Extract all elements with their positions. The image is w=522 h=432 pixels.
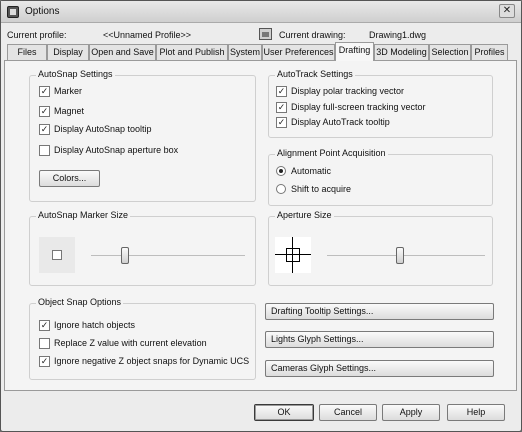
fullscreen-tracking-check-box[interactable]: ✓ bbox=[276, 102, 287, 113]
alignment-point-title: Alignment Point Acquisition bbox=[275, 148, 388, 158]
tab-selection[interactable]: Selection bbox=[429, 44, 471, 60]
replace-z-check-box[interactable] bbox=[39, 338, 50, 349]
aperture-box-check-box[interactable] bbox=[39, 145, 50, 156]
aperture-size-group: Aperture Size bbox=[268, 210, 493, 286]
polar-tracking-check-box[interactable]: ✓ bbox=[276, 86, 287, 97]
cameras-glyph-settings-button[interactable]: Cameras Glyph Settings... bbox=[265, 360, 494, 377]
autosnap-settings-group: AutoSnap Settings ✓ Marker ✓ Magnet ✓ Di… bbox=[29, 69, 256, 202]
options-dialog: Options ✕ Current profile: <<Unnamed Pro… bbox=[0, 0, 522, 432]
ignore-negative-z-label: Ignore negative Z object snaps for Dynam… bbox=[54, 356, 250, 366]
aperture-size-slider-thumb[interactable] bbox=[396, 247, 404, 264]
autotrack-tooltip-label: Display AutoTrack tooltip bbox=[291, 117, 390, 127]
aperture-size-title: Aperture Size bbox=[275, 210, 334, 220]
magnet-check-box[interactable]: ✓ bbox=[39, 106, 50, 117]
marker-check-box[interactable]: ✓ bbox=[39, 86, 50, 97]
polar-tracking-label: Display polar tracking vector bbox=[291, 86, 405, 96]
aperture-box-label: Display AutoSnap aperture box bbox=[54, 145, 179, 155]
magnet-label: Magnet bbox=[54, 106, 85, 116]
tab-files[interactable]: Files bbox=[7, 44, 47, 60]
drafting-tab-panel: AutoSnap Settings ✓ Marker ✓ Magnet ✓ Di… bbox=[4, 60, 517, 391]
autosnap-tooltip-check-box[interactable]: ✓ bbox=[39, 124, 50, 135]
tab-drafting[interactable]: Drafting bbox=[335, 42, 374, 61]
replace-z-label: Replace Z value with current elevation bbox=[54, 338, 207, 348]
current-drawing-value: Drawing1.dwg bbox=[369, 30, 427, 40]
automatic-label: Automatic bbox=[291, 166, 332, 176]
aperture-box bbox=[286, 248, 300, 262]
drawing-icon bbox=[259, 28, 272, 40]
fullscreen-tracking-label: Display full-screen tracking vector bbox=[291, 102, 426, 112]
lights-glyph-settings-button[interactable]: Lights Glyph Settings... bbox=[265, 331, 494, 348]
marker-size-track[interactable] bbox=[91, 255, 245, 256]
aperture-size-preview bbox=[275, 237, 311, 273]
autosnap-tooltip-label: Display AutoSnap tooltip bbox=[54, 124, 152, 134]
shift-to-acquire-label: Shift to acquire bbox=[291, 184, 352, 194]
profile-row: Current profile: <<Unnamed Profile>> Cur… bbox=[7, 28, 515, 44]
ignore-hatch-check-box[interactable]: ✓ bbox=[39, 320, 50, 331]
tab-user-preferences[interactable]: User Preferences bbox=[262, 44, 335, 60]
tab-system[interactable]: System bbox=[228, 44, 262, 60]
marker-size-title: AutoSnap Marker Size bbox=[36, 210, 131, 220]
current-profile-value: <<Unnamed Profile>> bbox=[103, 30, 192, 40]
marker-size-slider-thumb[interactable] bbox=[121, 247, 129, 264]
shift-to-acquire-radio-button[interactable] bbox=[276, 184, 286, 194]
marker-square bbox=[52, 250, 62, 260]
window-title: Options bbox=[25, 6, 60, 17]
help-button[interactable]: Help bbox=[447, 404, 505, 421]
tab-plot-and-publish[interactable]: Plot and Publish bbox=[156, 44, 228, 60]
current-profile-label: Current profile: bbox=[7, 30, 67, 40]
tab-display[interactable]: Display bbox=[47, 44, 89, 60]
cancel-button[interactable]: Cancel bbox=[319, 404, 377, 421]
alignment-point-group: Alignment Point Acquisition Automatic Sh… bbox=[268, 148, 493, 206]
object-snap-options-title: Object Snap Options bbox=[36, 297, 124, 307]
autosnap-settings-title: AutoSnap Settings bbox=[36, 69, 115, 79]
colors-button[interactable]: Colors... bbox=[39, 170, 100, 187]
tab-open-and-save[interactable]: Open and Save bbox=[89, 44, 156, 60]
aperture-size-track[interactable] bbox=[327, 255, 485, 256]
autotrack-tooltip-check-box[interactable]: ✓ bbox=[276, 117, 287, 128]
marker-size-preview bbox=[39, 237, 75, 273]
object-snap-options-group: Object Snap Options ✓ Ignore hatch objec… bbox=[29, 297, 256, 380]
apply-button[interactable]: Apply bbox=[382, 404, 440, 421]
automatic-radio-button[interactable] bbox=[276, 166, 286, 176]
app-icon bbox=[7, 6, 19, 18]
marker-label: Marker bbox=[54, 86, 83, 96]
title-bar: Options ✕ bbox=[1, 1, 521, 23]
drafting-tooltip-settings-button[interactable]: Drafting Tooltip Settings... bbox=[265, 303, 494, 320]
ignore-hatch-label: Ignore hatch objects bbox=[54, 320, 136, 330]
tab-profiles[interactable]: Profiles bbox=[471, 44, 508, 60]
autotrack-settings-title: AutoTrack Settings bbox=[275, 69, 355, 79]
marker-size-group: AutoSnap Marker Size bbox=[29, 210, 256, 286]
tab-3d-modeling[interactable]: 3D Modeling bbox=[374, 44, 429, 60]
ignore-negative-z-check-box[interactable]: ✓ bbox=[39, 356, 50, 367]
autotrack-settings-group: AutoTrack Settings ✓ Display polar track… bbox=[268, 69, 493, 138]
current-drawing-label: Current drawing: bbox=[279, 30, 346, 40]
close-button[interactable]: ✕ bbox=[499, 4, 515, 18]
ok-button[interactable]: OK bbox=[254, 404, 314, 421]
